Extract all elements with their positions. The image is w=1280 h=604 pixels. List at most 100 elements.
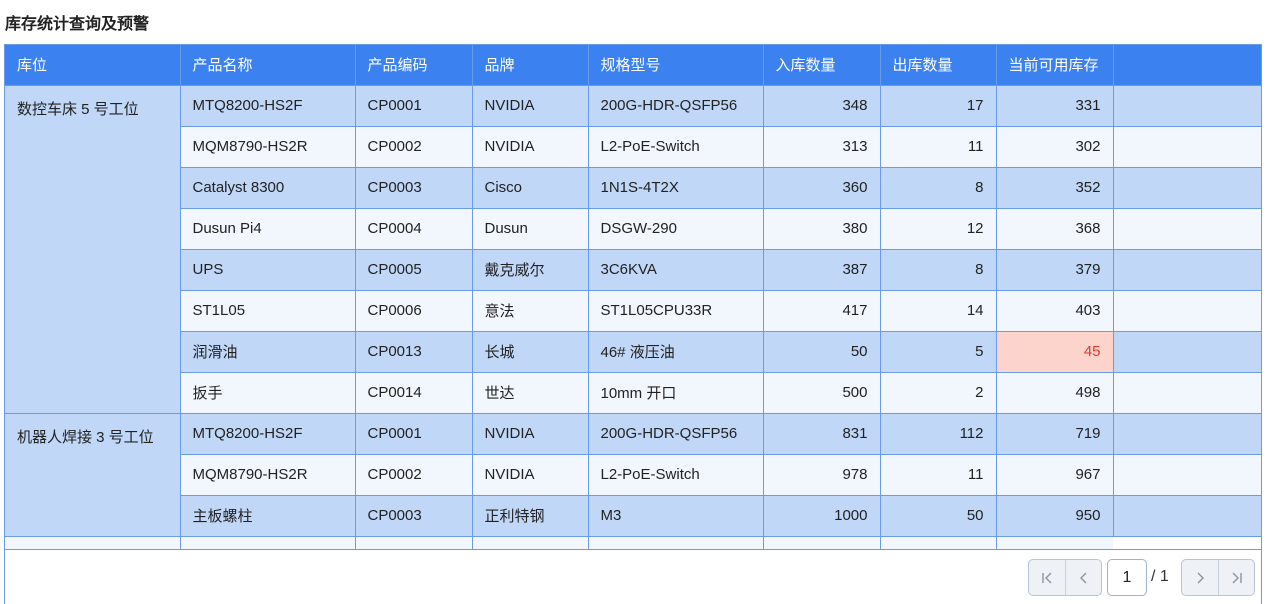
- brand-cell: NVIDIA: [472, 454, 589, 496]
- brand-cell: NVIDIA: [472, 413, 589, 455]
- table-row[interactable]: MQM8790-HS2R CP0002 NVIDIA L2-PoE-Switch 978…: [5, 454, 1261, 496]
- product-code-cell: CP0002: [355, 126, 473, 168]
- table-row[interactable]: 润滑油 CP0013 长城 46# 液压油 50 5 45: [5, 331, 1261, 373]
- last-page-icon: [1232, 572, 1242, 583]
- available-cell: 719: [996, 413, 1114, 455]
- col-header-spec[interactable]: 规格型号: [588, 45, 764, 86]
- product-name-cell: Catalyst 8300: [180, 167, 356, 209]
- prev-page-button[interactable]: [1065, 560, 1101, 595]
- first-page-button[interactable]: [1029, 560, 1065, 595]
- pager-right-group: [1181, 559, 1255, 596]
- product-code-cell: CP0013: [355, 331, 473, 373]
- table-row[interactable]: 机器人焊接 3 号工位 MTQ8200-HS2F CP0001 NVIDIA 200G-…: [5, 413, 1261, 537]
- brand-cell: 戴克威尔: [472, 249, 589, 291]
- col-header-product-name[interactable]: 产品名称: [180, 45, 356, 86]
- spec-cell: 3C6KVA: [588, 249, 764, 291]
- row-filler-cell: [1113, 454, 1261, 496]
- row-filler-cell: [1113, 495, 1261, 537]
- empty-cell: [763, 536, 881, 549]
- product-code-cell: CP0003: [355, 495, 473, 537]
- table-row[interactable]: [5, 536, 1261, 549]
- spec-cell: 1N1S-4T2X: [588, 167, 764, 209]
- product-name-cell: MQM8790-HS2R: [180, 126, 356, 168]
- product-name-cell: UPS: [180, 249, 356, 291]
- in-qty-cell: 50: [763, 331, 881, 373]
- table-row[interactable]: Catalyst 8300 CP0003 Cisco 1N1S-4T2X 360 8 352: [5, 167, 1261, 209]
- spec-cell: M3: [588, 495, 764, 537]
- product-name-cell: 主板螺柱: [180, 495, 356, 537]
- col-header-in-qty[interactable]: 入库数量: [763, 45, 881, 86]
- pagination-bar: / 1: [5, 549, 1261, 604]
- available-cell: 45: [996, 331, 1114, 373]
- row-filler-cell: [1113, 331, 1261, 373]
- page-number-input[interactable]: [1107, 559, 1147, 596]
- inventory-grid: 库位 产品名称 产品编码 品牌 规格型号 入库数量 出库数量 当前可用库存 数控…: [4, 44, 1262, 604]
- spec-cell: 46# 液压油: [588, 331, 764, 373]
- product-name-cell: MTQ8200-HS2F: [180, 85, 356, 127]
- in-qty-cell: 978: [763, 454, 881, 496]
- table-row[interactable]: ST1L05 CP0006 意法 ST1L05CPU33R 417 14 403: [5, 290, 1261, 332]
- row-filler-cell: [1113, 290, 1261, 332]
- grid-viewport[interactable]: 库位 产品名称 产品编码 品牌 规格型号 入库数量 出库数量 当前可用库存 数控…: [5, 45, 1261, 549]
- brand-cell: 长城: [472, 331, 589, 373]
- product-code-cell: CP0005: [355, 249, 473, 291]
- table-row[interactable]: MQM8790-HS2R CP0002 NVIDIA L2-PoE-Switch 313…: [5, 126, 1261, 168]
- table-row[interactable]: UPS CP0005 戴克威尔 3C6KVA 387 8 379: [5, 249, 1261, 291]
- empty-cell: [472, 536, 589, 549]
- product-name-cell: MQM8790-HS2R: [180, 454, 356, 496]
- table-row[interactable]: 主板螺柱 CP0003 正利特钢 M3 1000 50 950: [5, 495, 1261, 537]
- col-header-location[interactable]: 库位: [5, 45, 181, 86]
- out-qty-cell: 50: [880, 495, 997, 537]
- spec-cell: DSGW-290: [588, 208, 764, 250]
- page-title: 库存统计查询及预警: [5, 16, 150, 33]
- col-header-available[interactable]: 当前可用库存: [996, 45, 1114, 86]
- product-name-cell: 润滑油: [180, 331, 356, 373]
- in-qty-cell: 348: [763, 85, 881, 127]
- product-code-cell: CP0001: [355, 85, 473, 127]
- empty-cell: [996, 536, 1113, 549]
- empty-cell: [355, 536, 473, 549]
- product-code-cell: CP0006: [355, 290, 473, 332]
- next-page-button[interactable]: [1182, 560, 1218, 595]
- location-cell: 数控车床 5 号工位: [5, 85, 181, 414]
- spec-cell: 10mm 开口: [588, 372, 764, 414]
- available-cell: 379: [996, 249, 1114, 291]
- in-qty-cell: 360: [763, 167, 881, 209]
- row-filler-cell: [1113, 413, 1261, 455]
- brand-cell: Dusun: [472, 208, 589, 250]
- in-qty-cell: 387: [763, 249, 881, 291]
- available-cell: 498: [996, 372, 1114, 414]
- product-name-cell: Dusun Pi4: [180, 208, 356, 250]
- row-filler-cell: [1113, 126, 1261, 168]
- col-header-product-code[interactable]: 产品编码: [355, 45, 473, 86]
- brand-cell: 世达: [472, 372, 589, 414]
- available-cell: 967: [996, 454, 1114, 496]
- out-qty-cell: 2: [880, 372, 997, 414]
- table-row[interactable]: 数控车床 5 号工位 MTQ8200-HS2F CP0001 NVIDIA 200G-H…: [5, 85, 1261, 414]
- spec-cell: ST1L05CPU33R: [588, 290, 764, 332]
- table-row[interactable]: Dusun Pi4 CP0004 Dusun DSGW-290 380 12 368: [5, 208, 1261, 250]
- out-qty-cell: 8: [880, 167, 997, 209]
- row-filler-cell: [1113, 249, 1261, 291]
- in-qty-cell: 1000: [763, 495, 881, 537]
- empty-cell: [180, 536, 356, 549]
- spec-cell: 200G-HDR-QSFP56: [588, 413, 764, 455]
- first-page-icon: [1042, 572, 1052, 583]
- empty-cell: [588, 536, 764, 549]
- brand-cell: 意法: [472, 290, 589, 332]
- pager-left-group: [1028, 559, 1102, 596]
- spec-cell: L2-PoE-Switch: [588, 454, 764, 496]
- brand-cell: 正利特钢: [472, 495, 589, 537]
- available-cell: 403: [996, 290, 1114, 332]
- product-code-cell: CP0002: [355, 454, 473, 496]
- out-qty-cell: 17: [880, 85, 997, 127]
- brand-cell: NVIDIA: [472, 85, 589, 127]
- col-header-brand[interactable]: 品牌: [472, 45, 589, 86]
- next-page-icon: [1197, 572, 1204, 583]
- product-name-cell: MTQ8200-HS2F: [180, 413, 356, 455]
- table-row[interactable]: 扳手 CP0014 世达 10mm 开口 500 2 498: [5, 372, 1261, 414]
- last-page-button[interactable]: [1218, 560, 1254, 595]
- product-name-cell: 扳手: [180, 372, 356, 414]
- col-header-filler: [1113, 45, 1261, 86]
- col-header-out-qty[interactable]: 出库数量: [880, 45, 997, 86]
